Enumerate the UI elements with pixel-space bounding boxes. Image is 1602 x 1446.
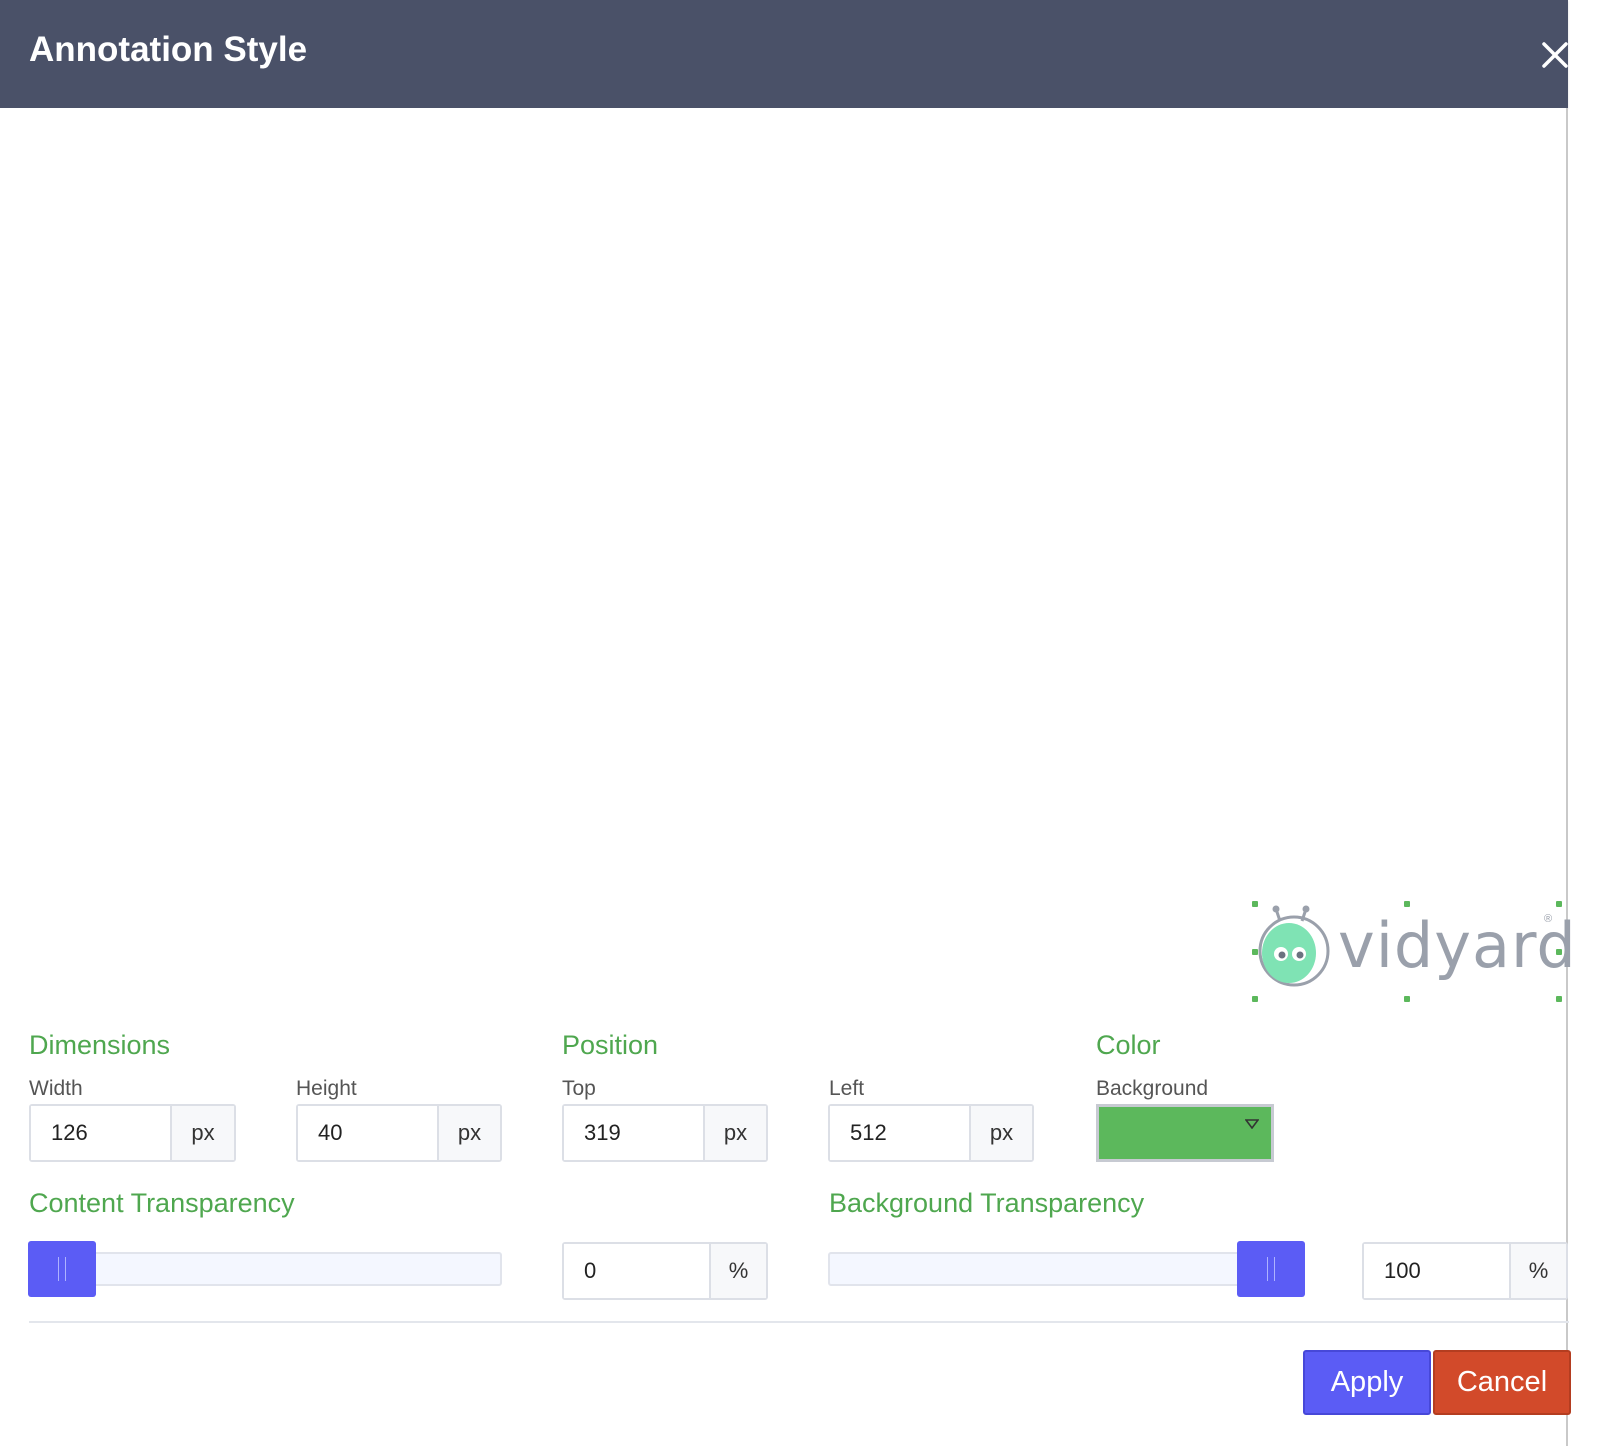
height-input-group: px xyxy=(296,1104,502,1162)
top-input[interactable] xyxy=(564,1106,703,1160)
content-transparency-title: Content Transparency xyxy=(29,1188,295,1218)
left-label: Left xyxy=(829,1077,865,1100)
width-input[interactable] xyxy=(31,1106,170,1160)
dialog-header: Annotation Style xyxy=(0,0,1568,108)
content-transparency-unit: % xyxy=(709,1244,766,1298)
annotation-logo-selection[interactable]: vidyard ® xyxy=(1252,901,1576,1002)
top-unit: px xyxy=(703,1106,766,1160)
background-transparency-slider-track[interactable] xyxy=(828,1252,1304,1286)
left-input[interactable] xyxy=(830,1106,969,1160)
background-transparency-unit: % xyxy=(1509,1244,1566,1298)
resize-handle-bottom-center[interactable] xyxy=(1404,996,1410,1002)
height-unit: px xyxy=(437,1106,500,1160)
resize-handle-top-center[interactable] xyxy=(1404,901,1410,907)
close-icon[interactable] xyxy=(1538,38,1572,72)
resize-handle-bottom-right[interactable] xyxy=(1556,996,1562,1002)
registered-mark: ® xyxy=(1544,913,1553,925)
background-transparency-slider-handle[interactable] xyxy=(1237,1241,1305,1297)
content-transparency-input-group: % xyxy=(562,1242,768,1300)
background-transparency-input-group: % xyxy=(1362,1242,1568,1300)
color-title: Color xyxy=(1096,1030,1161,1060)
top-input-group: px xyxy=(562,1104,768,1162)
resize-handle-top-right[interactable] xyxy=(1556,901,1562,907)
width-input-group: px xyxy=(29,1104,236,1162)
width-unit: px xyxy=(170,1106,234,1160)
vidyard-robot-logo-icon xyxy=(1258,905,1330,987)
height-label: Height xyxy=(296,1077,357,1100)
top-label: Top xyxy=(562,1077,596,1100)
background-transparency-input[interactable] xyxy=(1364,1244,1509,1298)
apply-button[interactable]: Apply xyxy=(1303,1350,1431,1415)
content-transparency-slider-handle[interactable] xyxy=(28,1241,96,1297)
footer-divider xyxy=(29,1321,1569,1323)
height-input[interactable] xyxy=(298,1106,437,1160)
content-transparency-slider-track[interactable] xyxy=(29,1252,502,1286)
grip-icon xyxy=(1267,1257,1275,1281)
background-color-dropdown[interactable] xyxy=(1096,1104,1274,1162)
background-label: Background xyxy=(1096,1077,1209,1100)
left-input-group: px xyxy=(828,1104,1034,1162)
dialog-title: Annotation Style xyxy=(29,30,308,69)
content-transparency-input[interactable] xyxy=(564,1244,709,1298)
grip-icon xyxy=(58,1257,66,1281)
background-transparency-title: Background Transparency xyxy=(829,1188,1145,1218)
vidyard-logo-text: vidyard xyxy=(1338,909,1577,982)
width-label: Width xyxy=(29,1077,83,1100)
left-unit: px xyxy=(969,1106,1032,1160)
position-title: Position xyxy=(562,1030,659,1060)
caret-down-icon xyxy=(1245,1119,1259,1129)
cancel-button[interactable]: Cancel xyxy=(1433,1350,1571,1415)
annotation-preview-area xyxy=(0,108,1566,1008)
dimensions-title: Dimensions xyxy=(29,1030,171,1060)
